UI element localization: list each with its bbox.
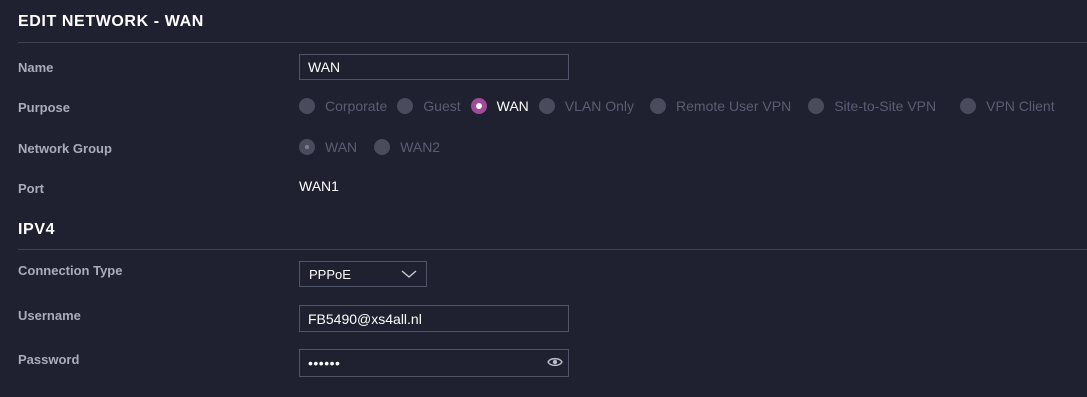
network-group-option-wan[interactable]: WAN [299,139,357,155]
radio-selected-icon [470,98,487,114]
network-group-option-label: WAN [325,139,358,155]
port-value: WAN1 [299,178,339,194]
purpose-radio-group: Corporate Guest WAN VLAN Only Remote Use… [299,98,1065,114]
ipv4-section-title: IPV4 [18,221,56,238]
name-label: Name [18,60,54,75]
network-group-label: Network Group [18,141,112,156]
network-group-radio-group: WAN WAN2 [299,139,450,155]
network-group-option-wan2[interactable]: WAN2 [374,139,440,155]
username-input[interactable] [299,305,569,332]
purpose-option-label: VPN Client [986,98,1055,114]
purpose-option-vlan-only[interactable]: VLAN Only [538,98,635,114]
username-label: Username [18,308,81,323]
radio-icon [374,139,391,155]
port-label: Port [18,181,44,196]
purpose-label: Purpose [18,100,71,115]
purpose-option-label: VLAN Only [564,98,635,114]
purpose-option-label: WAN [496,98,529,114]
chevron-down-icon [401,270,417,278]
radio-icon [538,98,555,114]
password-masked-value: •••••• [308,355,341,371]
purpose-option-label: Site-to-Site VPN [834,98,937,114]
header-divider [18,42,1087,43]
name-input[interactable] [299,54,569,80]
radio-icon [397,98,414,114]
purpose-option-guest[interactable]: Guest [397,98,461,114]
purpose-option-corporate[interactable]: Corporate [299,98,387,114]
network-group-option-label: WAN2 [400,139,441,155]
password-label: Password [18,352,80,367]
connection-type-select[interactable]: PPPoE [299,261,427,287]
purpose-option-label: Remote User VPN [676,98,792,114]
radio-icon [960,98,977,114]
connection-type-value: PPPoE [309,266,351,282]
purpose-option-wan[interactable]: WAN [470,98,529,114]
connection-type-label: Connection Type [18,263,123,278]
radio-icon [299,98,315,114]
eye-icon[interactable] [547,356,563,368]
password-input[interactable]: •••••• [299,349,569,377]
radio-selected-icon [299,139,315,155]
radio-icon [808,98,825,114]
purpose-option-label: Guest [423,98,461,114]
radio-icon [650,98,667,114]
purpose-option-site-to-site-vpn[interactable]: Site-to-Site VPN [808,98,936,114]
purpose-option-remote-user-vpn[interactable]: Remote User VPN [650,98,791,114]
ipv4-divider [18,249,1087,250]
page-title: EDIT NETWORK - WAN [18,13,204,30]
purpose-option-label: Corporate [325,98,388,114]
purpose-option-vpn-client[interactable]: VPN Client [960,98,1055,114]
